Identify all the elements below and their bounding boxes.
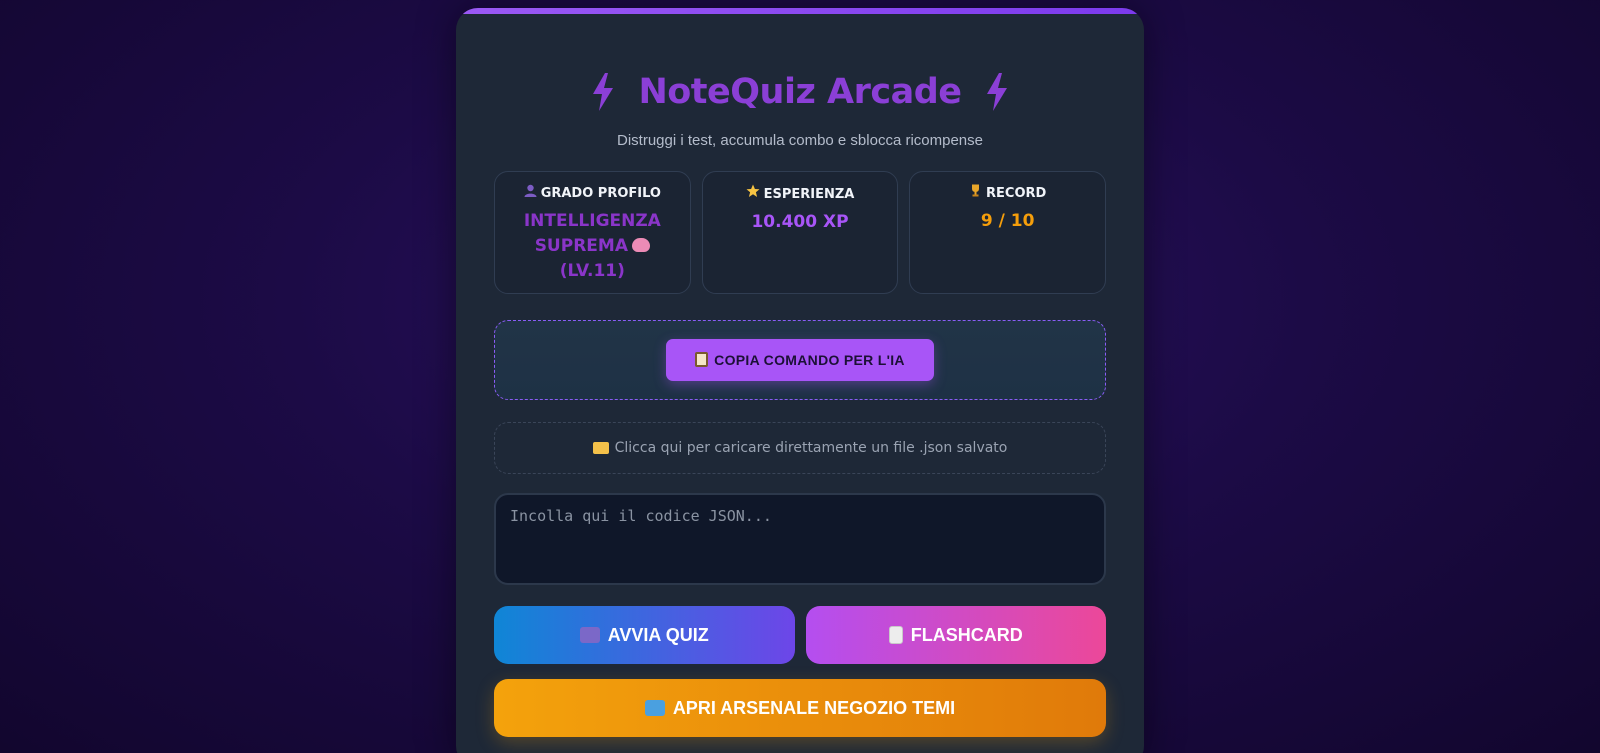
stat-profile-label-row: GRADO PROFILO	[495, 184, 690, 201]
lightning-icon	[593, 73, 614, 111]
stat-experience: ESPERIENZA 10.400 XP	[701, 171, 899, 294]
start-quiz-button[interactable]: AVVIA QUIZ	[494, 606, 795, 664]
game-controller-icon	[579, 627, 600, 643]
profile-level: (LV.11)	[559, 261, 625, 281]
lightning-icon	[986, 73, 1007, 111]
stat-record-label: RECORD	[986, 186, 1047, 201]
action-buttons: AVVIA QUIZ FLASHCARD	[494, 606, 1106, 664]
stat-record-label-row: RECORD	[910, 184, 1105, 201]
card-top-accent	[456, 8, 1144, 14]
trophy-icon	[972, 184, 980, 197]
stat-profile-value: INTELLIGENZA SUPREMA (LV.11)	[495, 209, 690, 284]
stat-record-value: 9 / 10	[980, 211, 1035, 231]
stat-record: RECORD 9 / 10	[909, 171, 1107, 294]
stat-experience-label: ESPERIENZA	[763, 187, 855, 202]
stat-experience-value: 10.400 XP	[751, 212, 849, 232]
folder-icon	[592, 442, 609, 454]
upload-label: Clicca qui per caricare direttamente un …	[614, 440, 1008, 456]
star-icon	[746, 184, 760, 197]
quiz-card: NoteQuiz Arcade Distruggi i test, accumu…	[456, 8, 1144, 753]
prompt-box: COPIA COMANDO PER L'IA	[494, 320, 1106, 400]
shop-icon	[644, 700, 665, 716]
title-row: NoteQuiz Arcade	[456, 68, 1144, 116]
stat-profile: GRADO PROFILO INTELLIGENZA SUPREMA (LV.1…	[494, 171, 691, 294]
card-icon	[888, 626, 903, 644]
stat-experience-label-row: ESPERIENZA	[703, 184, 898, 202]
clipboard-icon	[695, 352, 709, 367]
app-subtitle: Distruggi i test, accumula combo e sbloc…	[617, 132, 983, 149]
start-quiz-label: AVVIA QUIZ	[607, 624, 709, 645]
flashcard-label: FLASHCARD	[910, 624, 1023, 645]
stats-row: GRADO PROFILO INTELLIGENZA SUPREMA (LV.1…	[494, 171, 1107, 294]
stat-profile-label: GRADO PROFILO	[540, 186, 661, 201]
json-input[interactable]	[494, 493, 1106, 585]
open-shop-button[interactable]: APRI ARSENALE NEGOZIO TEMI	[494, 679, 1106, 737]
app-title: NoteQuiz Arcade	[638, 72, 962, 112]
flashcard-button[interactable]: FLASHCARD	[805, 606, 1106, 664]
open-shop-label: APRI ARSENALE NEGOZIO TEMI	[672, 697, 956, 718]
brain-icon	[631, 238, 650, 252]
user-icon	[524, 184, 537, 197]
upload-json-dropzone[interactable]: Clicca qui per caricare direttamente un …	[494, 422, 1106, 474]
copy-prompt-button[interactable]: COPIA COMANDO PER L'IA	[666, 339, 934, 381]
copy-prompt-label: COPIA COMANDO PER L'IA	[714, 352, 905, 368]
